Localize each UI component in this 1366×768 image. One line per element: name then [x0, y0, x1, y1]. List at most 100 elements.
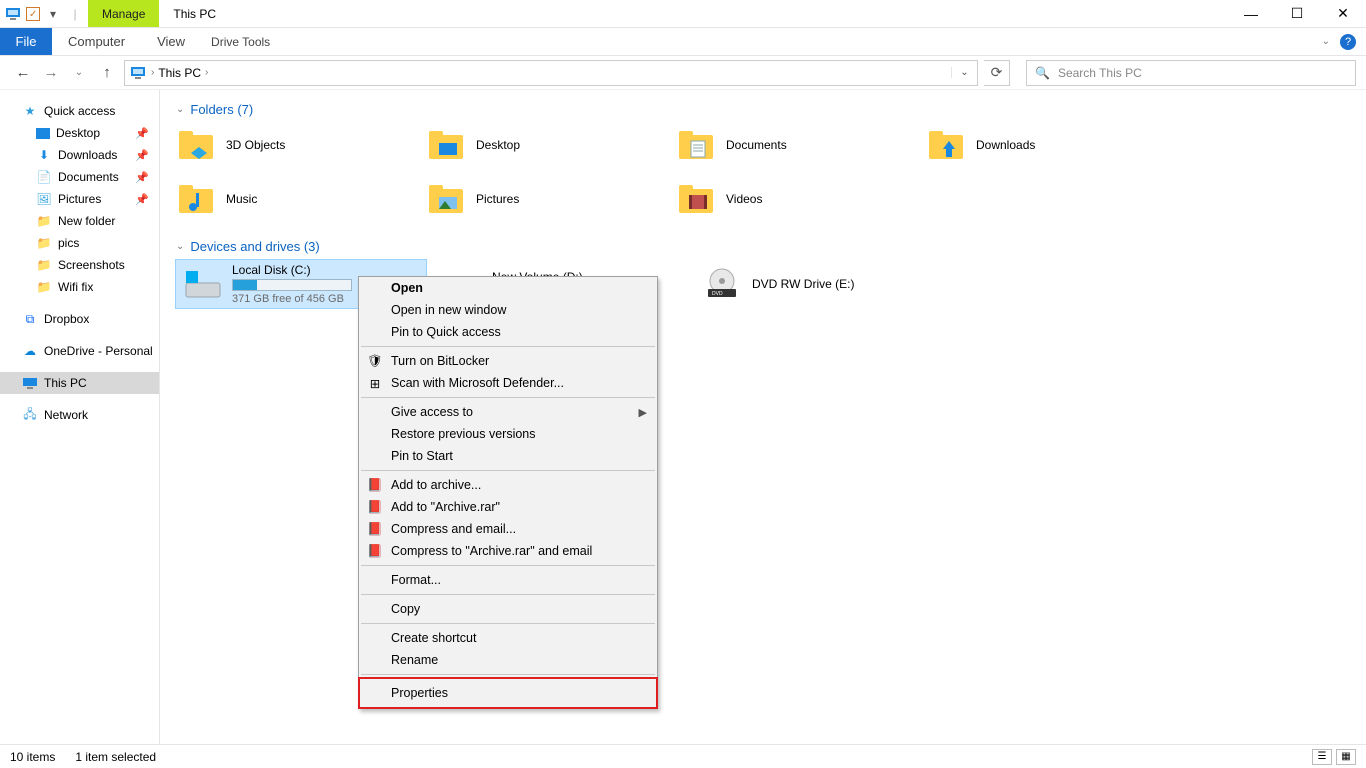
context-item-add-to-archive-rar[interactable]: 📕 Add to "Archive.rar" [359, 496, 657, 518]
context-item-open-in-new-window[interactable]: Open in new window [359, 299, 657, 321]
context-item-turn-on-bitlocker[interactable]: 🛡Turn on BitLocker [359, 350, 657, 372]
close-button[interactable]: ✕ [1320, 0, 1366, 27]
folder-desktop[interactable]: Desktop [426, 123, 676, 167]
view-large-icon[interactable]: ▦ [1336, 749, 1356, 765]
context-label: Compress to "Archive.rar" and email [391, 544, 592, 558]
folder-pictures[interactable]: Pictures [426, 177, 676, 221]
address-bar[interactable]: › This PC› ⌄ [124, 60, 978, 86]
downloads-icon: ⬇ [36, 147, 52, 163]
rar-icon: 📕 [367, 499, 383, 515]
defender-icon: ⊞ [367, 375, 383, 391]
up-button[interactable]: ↑ [96, 62, 118, 84]
navigation-pane: ★ Quick access Desktop📌 ⬇Downloads📌 📄Doc… [0, 90, 160, 744]
sidebar-item-pics[interactable]: 📁pics [0, 232, 159, 254]
sidebar-item-screenshots[interactable]: 📁Screenshots [0, 254, 159, 276]
context-item-scan-with-microsoft-defender[interactable]: ⊞Scan with Microsoft Defender... [359, 372, 657, 394]
sidebar-item-wififix[interactable]: 📁Wifi fix [0, 276, 159, 298]
context-item-compress-to-archive-rar-and-email[interactable]: 📕Compress to "Archive.rar" and email [359, 540, 657, 562]
context-item-pin-to-start[interactable]: Pin to Start [359, 445, 657, 467]
sidebar-thispc[interactable]: This PC [0, 372, 159, 394]
context-label: Open [391, 281, 423, 295]
pin-icon: 📌 [135, 171, 149, 184]
drive-dvd-e[interactable]: DVD DVD RW Drive (E:) [696, 260, 946, 308]
context-item-create-shortcut[interactable]: Create shortcut [359, 627, 657, 649]
pictures-icon: 🖼 [36, 191, 52, 207]
pin-icon: 📌 [135, 193, 149, 206]
context-label: Pin to Quick access [391, 325, 501, 339]
folder-videos[interactable]: Videos [676, 177, 926, 221]
breadcrumb-label: This PC [158, 66, 201, 80]
folder-music[interactable]: Music [176, 177, 426, 221]
dvd-drive-icon: DVD [702, 264, 742, 304]
pin-icon: 📌 [135, 127, 149, 140]
qat-properties-icon[interactable]: ✓ [26, 7, 40, 21]
context-item-open[interactable]: Open [359, 277, 657, 299]
file-tab[interactable]: File [0, 28, 52, 55]
navigation-row: ← → ⌄ ↑ › This PC› ⌄ ⟳ 🔍 Search This PC [0, 56, 1366, 90]
context-item-give-access-to[interactable]: Give access to▶ [359, 401, 657, 423]
sidebar-item-downloads[interactable]: ⬇Downloads📌 [0, 144, 159, 166]
ribbon-tabs: File Computer View Drive Tools ⌄ ? [0, 28, 1366, 56]
sidebar-dropbox[interactable]: ⧉Dropbox [0, 308, 159, 330]
context-item-rename[interactable]: Rename [359, 649, 657, 671]
status-item-count: 10 items [10, 750, 55, 764]
rar-icon: 📕 [367, 477, 383, 493]
search-box[interactable]: 🔍 Search This PC [1026, 60, 1356, 86]
breadcrumb-thispc[interactable]: This PC› [154, 61, 212, 85]
sidebar-onedrive[interactable]: ☁OneDrive - Personal [0, 340, 159, 362]
content-pane: ⌄Folders (7) 3D Objects Desktop Document… [160, 90, 1366, 744]
quick-access-toolbar: ✓ ▾ | [0, 0, 88, 27]
context-item-format[interactable]: Format... [359, 569, 657, 591]
sidebar-item-newfolder[interactable]: 📁New folder [0, 210, 159, 232]
folder-documents[interactable]: Documents [676, 123, 926, 167]
folder-icon: 📁 [36, 279, 52, 295]
context-label: Add to "Archive.rar" [391, 500, 500, 514]
address-dropdown-icon[interactable]: ⌄ [951, 67, 977, 78]
sidebar-quick-access[interactable]: ★ Quick access [0, 100, 159, 122]
folder-downloads[interactable]: Downloads [926, 123, 1176, 167]
contextual-tab-manage[interactable]: Manage [88, 0, 159, 27]
maximize-button[interactable]: ☐ [1274, 0, 1320, 27]
context-menu: Open Open in new window Pin to Quick acces… [358, 276, 658, 709]
sidebar-network[interactable]: 🖧Network [0, 404, 159, 426]
context-item-properties[interactable]: Properties [359, 678, 657, 708]
sidebar-item-desktop[interactable]: Desktop📌 [0, 122, 159, 144]
context-label: Copy [391, 602, 420, 616]
context-label: Rename [391, 653, 438, 667]
group-folders-header[interactable]: ⌄Folders (7) [176, 102, 1350, 117]
refresh-button[interactable]: ⟳ [984, 60, 1010, 86]
sidebar-item-documents[interactable]: 📄Documents📌 [0, 166, 159, 188]
computer-tab[interactable]: Computer [52, 28, 141, 55]
context-item-compress-and-email[interactable]: 📕Compress and email... [359, 518, 657, 540]
folder-3d-objects[interactable]: 3D Objects [176, 123, 426, 167]
address-thispc-icon [125, 66, 151, 80]
window-title: This PC [159, 0, 230, 27]
chevron-down-icon: ⌄ [176, 241, 184, 252]
context-item-pin-to-quick-access[interactable]: Pin to Quick access [359, 321, 657, 343]
network-icon: 🖧 [22, 407, 38, 423]
help-icon[interactable]: ? [1340, 34, 1356, 50]
folder-videos-icon [676, 179, 716, 219]
back-button[interactable]: ← [12, 62, 34, 84]
documents-icon: 📄 [36, 169, 52, 185]
folder-music-icon [176, 179, 216, 219]
forward-button[interactable]: → [40, 62, 62, 84]
pin-icon: 📌 [135, 149, 149, 162]
context-label: Give access to [391, 405, 473, 419]
folder-downloads-icon [926, 125, 966, 165]
drive-tools-tab[interactable]: Drive Tools [201, 28, 280, 55]
qat-dropdown-icon[interactable]: ▾ [44, 5, 62, 23]
status-bar: 10 items 1 item selected ☰ ▦ [0, 744, 1366, 768]
minimize-button[interactable]: — [1228, 0, 1274, 27]
context-item-restore-previous-versions[interactable]: Restore previous versions [359, 423, 657, 445]
window-controls: — ☐ ✕ [1228, 0, 1366, 27]
sidebar-item-pictures[interactable]: 🖼Pictures📌 [0, 188, 159, 210]
group-drives-header[interactable]: ⌄Devices and drives (3) [176, 239, 1350, 254]
context-label: Properties [391, 686, 448, 700]
context-item-add-to-archive[interactable]: 📕Add to archive... [359, 474, 657, 496]
view-details-icon[interactable]: ☰ [1312, 749, 1332, 765]
ribbon-collapse-icon[interactable]: ⌄ [1322, 36, 1330, 47]
context-item-copy[interactable]: Copy [359, 598, 657, 620]
recent-dropdown-icon[interactable]: ⌄ [68, 62, 90, 84]
view-tab[interactable]: View [141, 28, 201, 55]
